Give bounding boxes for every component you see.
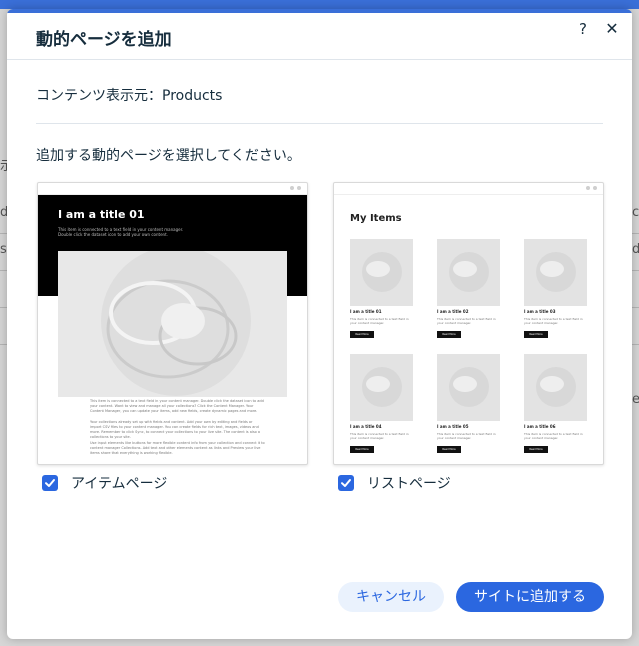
background-divider <box>631 344 639 345</box>
background-text: e <box>632 392 639 407</box>
header-divider <box>7 59 632 60</box>
list-item-description: This item is connected to a text field i… <box>524 317 583 325</box>
list-page-checkbox[interactable] <box>338 475 354 491</box>
list-item-button: Read More <box>437 331 461 338</box>
background-text: s <box>0 242 7 257</box>
checkmark-icon <box>341 479 351 487</box>
list-item-description: This item is connected to a text field i… <box>437 317 496 325</box>
list-item-image <box>437 354 500 421</box>
list-item-image <box>437 239 500 306</box>
dialog-title: 動的ページを追加 <box>36 30 172 50</box>
item-preview-title: I am a title 01 <box>58 208 145 221</box>
item-preview-paragraph: Use input elements like buttons for more… <box>90 441 265 455</box>
item-page-option[interactable]: アイテムページ <box>42 473 167 493</box>
list-item-button: Read More <box>350 331 374 338</box>
list-item-image <box>350 354 413 421</box>
list-item-image <box>524 354 587 421</box>
add-to-site-button[interactable]: サイトに追加する <box>456 582 604 612</box>
help-icon[interactable]: ? <box>573 19 593 39</box>
background-text: d <box>632 242 639 257</box>
list-item-button: Read More <box>350 446 374 453</box>
dialog-accent-bar <box>7 9 632 13</box>
list-item-image <box>524 239 587 306</box>
checkmark-icon <box>45 479 55 487</box>
list-item-title: I am a title 02 <box>437 309 469 314</box>
item-preview-paragraph: This item is connected to a text field i… <box>90 399 264 413</box>
background-divider <box>631 307 639 308</box>
list-item-title: I am a title 06 <box>524 424 556 429</box>
list-page-label: リストページ <box>367 476 451 492</box>
browser-dot-icon <box>593 186 597 190</box>
background-divider <box>631 270 639 271</box>
list-preview-heading: My Items <box>350 213 402 224</box>
list-item-button: Read More <box>524 331 548 338</box>
add-dynamic-page-dialog: 動的ページを追加 ? ✕ コンテンツ表示元：Products 追加する動的ページ… <box>7 9 632 639</box>
background-top-bar <box>0 0 639 9</box>
browser-dot-icon <box>297 186 301 190</box>
list-item-button: Read More <box>437 446 461 453</box>
item-page-label: アイテムページ <box>71 476 168 492</box>
list-page-preview-card[interactable]: My Items I am a title 01 This item is co… <box>333 182 604 465</box>
list-item-title: I am a title 05 <box>437 424 469 429</box>
item-page-preview-card[interactable]: I am a title 01 This item is connected t… <box>37 182 308 465</box>
item-preview-image <box>58 251 287 397</box>
list-item-description: This item is connected to a text field i… <box>350 317 409 325</box>
abstract-sphere-image <box>58 251 287 397</box>
content-source-text: コンテンツ表示元：Products <box>36 88 223 104</box>
cancel-button[interactable]: キャンセル <box>338 582 444 612</box>
content-divider <box>36 123 603 124</box>
list-item-description: This item is connected to a text field i… <box>524 432 583 440</box>
preview-browser-bar <box>334 183 603 195</box>
preview-browser-bar <box>38 183 307 195</box>
list-item-image <box>350 239 413 306</box>
list-item-button: Read More <box>524 446 548 453</box>
browser-dot-icon <box>290 186 294 190</box>
browser-dot-icon <box>586 186 590 190</box>
list-page-option[interactable]: リストページ <box>338 473 451 493</box>
instruction-text: 追加する動的ページを選択してください。 <box>36 148 301 164</box>
list-item-description: This item is connected to a text field i… <box>350 432 409 440</box>
close-icon[interactable]: ✕ <box>602 19 622 39</box>
item-preview-subtitle: This item is connected to a text field i… <box>58 227 184 237</box>
list-item-title: I am a title 03 <box>524 309 556 314</box>
item-page-checkbox[interactable] <box>42 475 58 491</box>
list-item-title: I am a title 01 <box>350 309 382 314</box>
background-text: c <box>632 205 639 220</box>
item-preview-paragraph: Your collections already set up with fie… <box>90 420 261 439</box>
list-item-title: I am a title 04 <box>350 424 382 429</box>
background-divider <box>631 233 639 234</box>
list-item-description: This item is connected to a text field i… <box>437 432 496 440</box>
